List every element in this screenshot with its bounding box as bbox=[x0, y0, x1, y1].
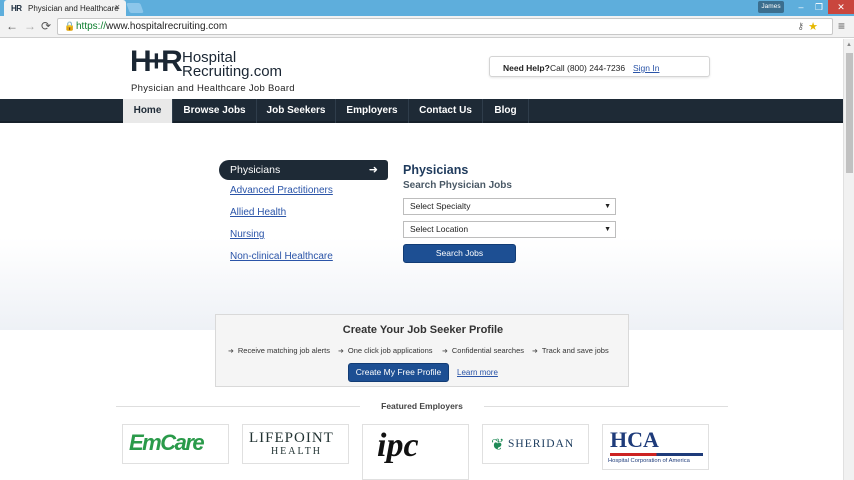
search-title: Physicians bbox=[403, 163, 469, 177]
dropdown-caret-icon: ▼ bbox=[604, 226, 611, 233]
help-label: Need Help? bbox=[503, 63, 550, 73]
sheridan-wordmark: SHERIDAN bbox=[508, 438, 575, 450]
page-scrollbar[interactable]: ▲ bbox=[843, 39, 854, 480]
lifepoint-wordmark: LIFEPOINT bbox=[249, 430, 334, 446]
hamburger-menu-icon[interactable]: ≡ bbox=[838, 19, 845, 33]
back-arrow-icon[interactable]: ← bbox=[6, 19, 18, 33]
site-tagline: Physician and Healthcare Job Board bbox=[131, 83, 295, 94]
close-tab-icon[interactable]: × bbox=[115, 2, 120, 12]
favicon-icon: HR bbox=[11, 4, 22, 13]
create-profile-button[interactable]: Create My Free Profile bbox=[348, 363, 449, 382]
browser-tab[interactable]: HR Physician and Healthcare × bbox=[4, 0, 126, 16]
category-allied-health[interactable]: Allied Health bbox=[230, 207, 286, 218]
hca-subline: Hospital Corporation of America bbox=[608, 458, 690, 464]
profile-bullet: ➜ Confidential searches bbox=[442, 346, 525, 355]
nav-home[interactable]: Home bbox=[123, 99, 173, 123]
nav-contact-us[interactable]: Contact Us bbox=[409, 99, 483, 123]
hca-wordmark: HCA bbox=[610, 427, 659, 452]
category-physicians[interactable]: Physicians ➜ bbox=[219, 160, 388, 180]
employer-emcare-logo[interactable]: EmCare bbox=[122, 424, 229, 464]
hca-stripe bbox=[610, 453, 703, 456]
user-profile-button[interactable]: James bbox=[758, 1, 784, 13]
category-label: Physicians bbox=[230, 164, 281, 176]
logo-line-2: Recruiting.com bbox=[182, 63, 283, 80]
browser-toolbar: ← → ⟳ 🔒 https://www.hospitalrecruiting.c… bbox=[0, 16, 854, 38]
specialty-value: Select Specialty bbox=[410, 201, 471, 211]
profile-bullet: ➜ Track and save jobs bbox=[532, 346, 609, 355]
category-advanced-practitioners[interactable]: Advanced Practitioners bbox=[230, 185, 333, 196]
search-jobs-button[interactable]: Search Jobs bbox=[403, 244, 516, 263]
tab-title: Physician and Healthcare bbox=[28, 4, 119, 13]
bookmark-star-icon[interactable]: ★ bbox=[808, 20, 818, 33]
new-tab-button[interactable] bbox=[126, 3, 144, 13]
job-seeker-profile-box: Create Your Job Seeker Profile ➜ Receive … bbox=[215, 314, 629, 387]
address-bar[interactable]: 🔒 https://www.hospitalrecruiting.com ⚷ ★ bbox=[57, 18, 833, 35]
profile-bullet: ➜ Receive matching job alerts bbox=[228, 346, 331, 355]
window-close-icon[interactable]: ✕ bbox=[828, 0, 854, 14]
featured-employers-label: Featured Employers bbox=[360, 401, 484, 411]
maximize-icon[interactable]: ❐ bbox=[810, 0, 828, 14]
employer-ipc-logo[interactable]: ipc bbox=[362, 424, 469, 480]
forward-arrow-icon[interactable]: → bbox=[24, 19, 36, 33]
nav-job-seekers[interactable]: Job Seekers bbox=[257, 99, 336, 123]
scrollbar-thumb[interactable] bbox=[846, 53, 853, 173]
lifepoint-subline: HEALTH bbox=[270, 446, 323, 457]
reload-icon[interactable]: ⟳ bbox=[41, 19, 51, 33]
specialty-select[interactable]: Select Specialty ▼ bbox=[403, 198, 616, 215]
help-box: Need Help? Call (800) 244-7236 Sign In bbox=[489, 56, 710, 77]
employer-sheridan-logo[interactable]: ❦ SHERIDAN bbox=[482, 424, 589, 464]
sign-in-link[interactable]: Sign In bbox=[633, 63, 659, 73]
location-select[interactable]: Select Location ▼ bbox=[403, 221, 616, 238]
arrow-right-icon: ➜ bbox=[532, 348, 538, 355]
category-non-clinical[interactable]: Non-clinical Healthcare bbox=[230, 251, 333, 262]
arrow-right-icon: ➜ bbox=[338, 348, 344, 355]
scroll-up-icon[interactable]: ▲ bbox=[846, 42, 852, 48]
profile-box-title: Create Your Job Seeker Profile bbox=[342, 324, 504, 336]
nav-browse-jobs[interactable]: Browse Jobs bbox=[173, 99, 257, 123]
category-nursing[interactable]: Nursing bbox=[230, 229, 264, 240]
profile-bullet: ➜ One click job applications bbox=[338, 346, 433, 355]
employer-lifepoint-logo[interactable]: LIFEPOINT HEALTH bbox=[242, 424, 349, 464]
location-value: Select Location bbox=[410, 224, 469, 234]
lock-icon: 🔒 bbox=[64, 21, 76, 31]
emcare-wordmark: EmCare bbox=[129, 430, 205, 455]
search-subtitle: Search Physician Jobs bbox=[403, 180, 512, 191]
learn-more-link[interactable]: Learn more bbox=[457, 368, 498, 377]
key-icon[interactable]: ⚷ bbox=[797, 21, 804, 32]
browser-titlebar: HR Physician and Healthcare × James – ❐ … bbox=[0, 0, 854, 16]
help-phone: Call (800) 244-7236 bbox=[550, 63, 626, 73]
arrow-right-icon: ➜ bbox=[228, 348, 234, 355]
arrow-right-icon: ➜ bbox=[368, 164, 378, 176]
url-text[interactable]: https://www.hospitalrecruiting.com bbox=[76, 21, 227, 32]
main-nav: Home Browse Jobs Job Seekers Employers C… bbox=[0, 99, 843, 123]
employer-hca-logo[interactable]: HCA Hospital Corporation of America bbox=[602, 424, 709, 470]
nav-employers[interactable]: Employers bbox=[336, 99, 409, 123]
logo-mark: H+R bbox=[130, 45, 183, 78]
arrow-right-icon: ➜ bbox=[442, 348, 448, 355]
dropdown-caret-icon: ▼ bbox=[604, 203, 611, 210]
nav-blog[interactable]: Blog bbox=[483, 99, 529, 123]
sheridan-leaf-icon: ❦ bbox=[491, 437, 505, 454]
ipc-wordmark: ipc bbox=[377, 427, 419, 464]
minimize-icon[interactable]: – bbox=[792, 0, 810, 14]
